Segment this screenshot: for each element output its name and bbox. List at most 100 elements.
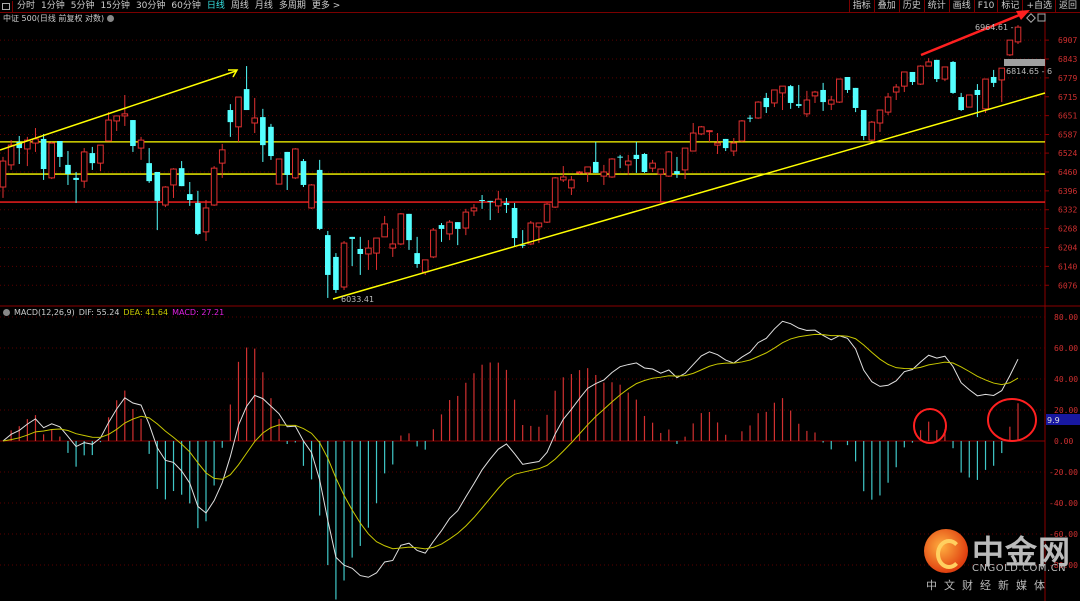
candle (698, 125, 705, 136)
candle (462, 208, 470, 236)
candle-body (836, 78, 843, 103)
macd-legend: MACD(12,26,9) DIF: 55.24 DEA: 41.64 MACD… (3, 308, 224, 317)
macd-settings-icon[interactable] (3, 309, 10, 316)
candle (990, 69, 997, 88)
dif-value: DIF: 55.24 (78, 308, 120, 317)
candle-body (325, 235, 331, 275)
candle-body (600, 171, 608, 177)
candle-body (771, 89, 778, 104)
candle (65, 151, 71, 185)
candle-body (689, 132, 697, 152)
candle-body (308, 184, 315, 209)
candle (901, 71, 908, 93)
candle (7, 140, 15, 170)
candle (146, 148, 152, 183)
candle (763, 92, 770, 113)
macd-tick-label: 20.00 (1054, 406, 1078, 415)
candle-body (121, 113, 129, 117)
candle-body (462, 211, 470, 229)
candle-body (349, 236, 355, 239)
candle-body (592, 161, 599, 173)
candle (316, 159, 323, 231)
candle-body (89, 153, 96, 164)
macd-tick-label: 60.00 (1054, 344, 1078, 353)
candle-body (511, 207, 518, 239)
current-price-marker (1004, 59, 1045, 66)
candle (308, 184, 315, 209)
candle (454, 222, 461, 246)
candle (608, 158, 616, 178)
candle (941, 66, 949, 82)
candle-body (430, 229, 437, 258)
cngold-watermark-logo: 中金网 CNGOLD.COM.CN 中文财经新媒体 (922, 527, 1072, 597)
candle (284, 151, 290, 190)
candle (511, 202, 518, 247)
candle (592, 141, 599, 173)
high-price-label: 6964.61 - (975, 23, 1014, 32)
candle-body (162, 186, 169, 206)
candle (40, 133, 47, 180)
diamond-icon (1026, 13, 1036, 23)
price-tick-label: 6587 (1058, 131, 1077, 140)
candle-body (982, 78, 989, 110)
candle (0, 156, 7, 198)
candle-body (811, 91, 819, 97)
candle-body (617, 156, 623, 158)
candle (292, 148, 299, 180)
candle (852, 87, 859, 113)
candle-body (105, 119, 112, 142)
candle-body (1006, 39, 1014, 56)
candle (844, 76, 851, 93)
logo-domain: CNGOLD.COM.CN (972, 563, 1067, 574)
candle (16, 135, 23, 165)
price-tick-label: 6204 (1058, 243, 1077, 252)
candle-body (170, 168, 177, 186)
candle-body (738, 120, 746, 142)
candle (917, 65, 924, 85)
candle (925, 58, 932, 67)
candle (543, 202, 551, 224)
candle-body (389, 243, 397, 249)
low-price-label: 6033.41 (341, 295, 374, 304)
candle-body (251, 117, 259, 124)
candle-body (706, 130, 713, 133)
candle (210, 166, 218, 206)
candle (438, 223, 445, 242)
candle (446, 220, 453, 241)
candle (633, 141, 640, 173)
macd-name: MACD(12,26,9) (14, 308, 75, 317)
candle (624, 154, 632, 175)
candle (349, 236, 355, 267)
candle-body (227, 110, 234, 123)
candle (754, 101, 762, 119)
candle-body (852, 87, 859, 108)
price-tick-label: 6460 (1058, 168, 1077, 177)
candle (113, 115, 120, 131)
candle (275, 158, 283, 185)
candle-body (73, 177, 79, 180)
candle (722, 138, 729, 152)
candle-body (714, 142, 721, 146)
macd-value-tag-text: 9.9 (1047, 416, 1060, 425)
candle (325, 230, 331, 298)
candle-body (974, 89, 981, 95)
candle-body (414, 253, 420, 265)
chart-canvas[interactable]: 6907 6843 6779 6715 6651 6587 6524 6460 6396 6332… (0, 0, 1080, 601)
candle (162, 186, 169, 208)
candle-body (543, 203, 551, 223)
candle-body (925, 61, 932, 67)
candle-body (7, 144, 15, 166)
candle-body (487, 200, 493, 202)
candle (503, 197, 510, 213)
macd-tick-label: 40.00 (1054, 375, 1078, 384)
candle-body (608, 158, 616, 178)
candle-body (820, 89, 826, 103)
candle-body (754, 101, 762, 119)
price-tag-label: 6814.65 - 6 (1006, 67, 1052, 76)
candle-body (446, 221, 453, 235)
candle-body (722, 138, 729, 149)
candle (617, 154, 623, 169)
candle-body (827, 99, 835, 105)
candle (982, 78, 989, 113)
candle-body (559, 176, 567, 181)
